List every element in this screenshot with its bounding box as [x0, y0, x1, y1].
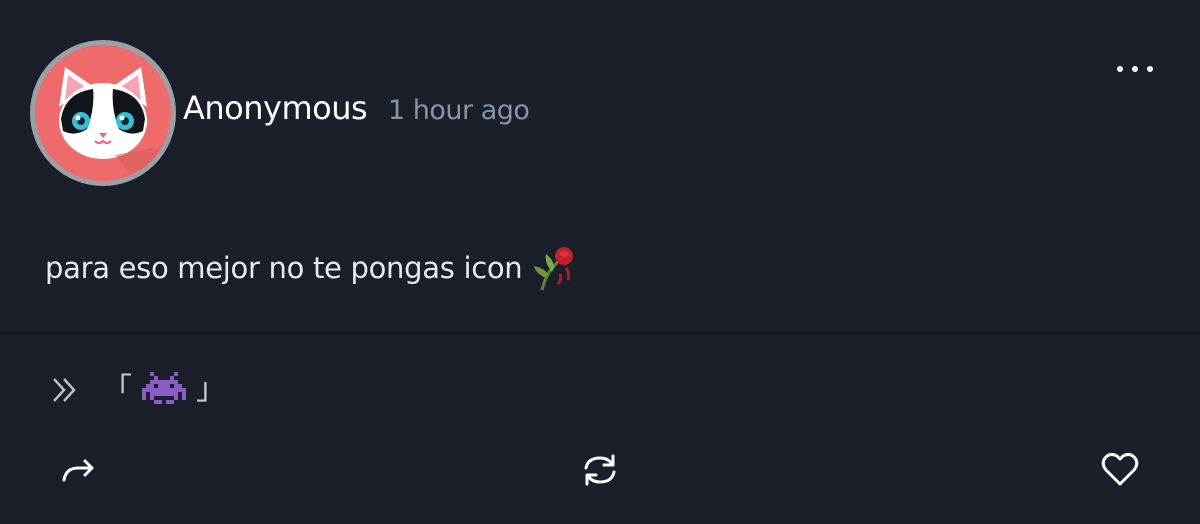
divider [0, 332, 1200, 334]
post-timestamp: 1 hour ago [388, 95, 530, 126]
double-chevron-right-icon [53, 378, 76, 402]
wilted-rose-icon [534, 247, 574, 291]
signature-open-bracket: 「 [102, 372, 132, 407]
space-invader-icon [142, 372, 186, 404]
signature-close-bracket: 」 [196, 372, 226, 407]
more-options-icon[interactable] [1112, 58, 1158, 80]
repost-icon[interactable] [578, 448, 622, 492]
author-name[interactable]: Anonymous [183, 88, 368, 128]
share-icon[interactable] [58, 448, 102, 492]
avatar[interactable] [30, 40, 176, 186]
heart-icon[interactable] [1098, 448, 1142, 492]
user-signature: 「 」 [50, 370, 226, 410]
comment-text: para eso mejor no te pongas icon [45, 251, 523, 285]
cat-avatar-icon [35, 45, 171, 181]
comment-card: Anonymous 1 hour ago para eso mejor no t… [0, 0, 1200, 524]
comment-text-row: para eso mejor no te pongas icon [45, 244, 576, 292]
